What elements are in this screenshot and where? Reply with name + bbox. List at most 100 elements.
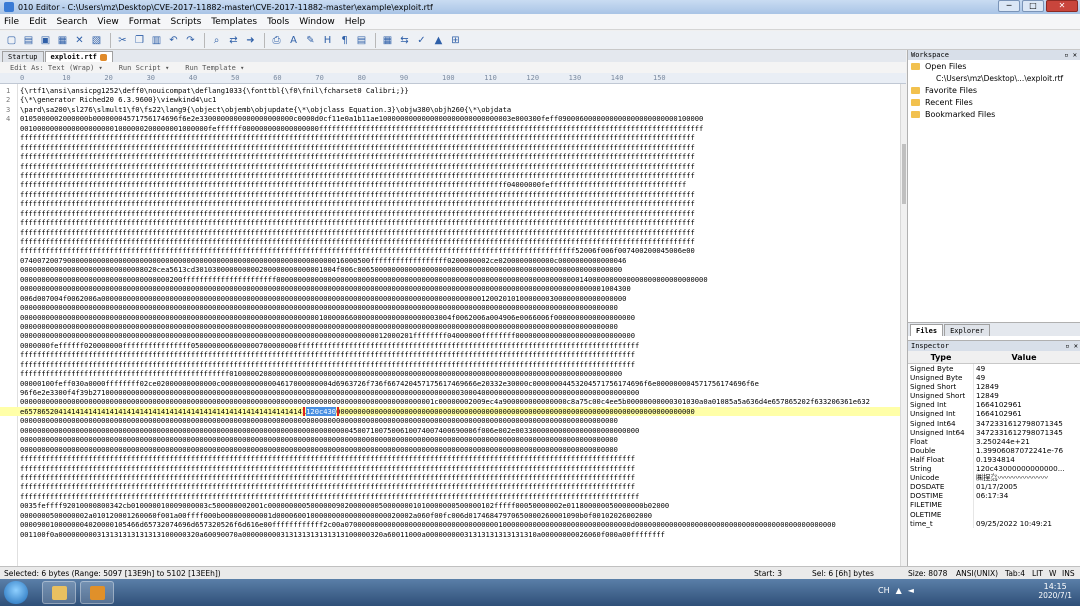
start-button[interactable] [4, 581, 28, 604]
font-icon[interactable]: A [286, 33, 301, 48]
type-column-header[interactable]: Type [908, 353, 974, 362]
menu-file[interactable]: File [4, 17, 19, 27]
columns-icon[interactable]: ▤ [354, 33, 369, 48]
editor-line[interactable]: ffffffffffffffffffffffffffffffffffffffff… [0, 454, 900, 463]
inspector-row[interactable]: Double 1.39906087072241e-76 [908, 445, 1080, 455]
run-template-dropdown[interactable]: Run Template ▾ [185, 64, 244, 72]
wrap-icon[interactable]: ¶ [337, 33, 352, 48]
taskbar-explorer[interactable] [42, 581, 76, 604]
editor-line[interactable]: 2 {\*\generator Riched20 6.3.9600}\viewki… [0, 95, 900, 104]
inspector-value[interactable] [974, 500, 1074, 509]
volume-icon[interactable]: ◄ [908, 586, 914, 595]
editor-line[interactable]: 0000000000000000000000000000000000000000… [0, 445, 900, 454]
inspector-row[interactable]: time_t 09/25/2022 10:49:21 [908, 518, 1080, 528]
checksum-icon[interactable]: ✓ [414, 33, 429, 48]
editor-line[interactable]: ffffffffffffffffffffffffffffffffffffffff… [0, 369, 900, 378]
editor-line[interactable]: 0010000000000000000000100000020000000100… [0, 124, 900, 133]
inspector-row[interactable]: DOSDATE 01/17/2005 [908, 482, 1080, 492]
editor-line[interactable]: 96f6e2e3300f4f39b27100000000000000000000… [0, 388, 900, 397]
editor-line[interactable]: 4 0105000002000000b00000004571756174696f6… [0, 114, 900, 123]
hex-icon[interactable]: H [320, 33, 335, 48]
editor-line[interactable]: 00000000000000000000000000008020cea5613c… [0, 265, 900, 274]
undo-icon[interactable]: ↶ [166, 33, 181, 48]
editor-line[interactable]: ffffffffffffffffffffffffffffffffffffffff… [0, 180, 900, 189]
inspector-row[interactable]: Signed Byte 49 [908, 364, 1080, 374]
menu-tools[interactable]: Tools [267, 17, 289, 27]
inspector-row[interactable]: Unsigned Short 12849 [908, 391, 1080, 401]
editor-line-current[interactable]: e657865204141414141414141414141414141414… [0, 406, 900, 417]
inspector-value[interactable]: 49 [974, 373, 1074, 382]
menu-help[interactable]: Help [345, 17, 366, 27]
edit-as-icon[interactable]: ✎ [303, 33, 318, 48]
editor-line[interactable]: 006d007004f0062006a000000000000000000000… [0, 294, 900, 303]
inspector-row[interactable]: FILETIME [908, 500, 1080, 510]
editor-line[interactable]: ffffffffffffffffffffffffffffffffffffffff… [0, 209, 900, 218]
copy-icon[interactable]: ❐ [132, 33, 147, 48]
clock[interactable]: 14:15 2020/7/1 [1038, 582, 1072, 600]
inspector-value[interactable]: 1.39906087072241e-76 [974, 446, 1074, 455]
editor-scrollbar[interactable] [900, 84, 906, 566]
editor-line[interactable]: 1 {\rtf1\ansi\ansicpg1252\deff0\nouicompa… [0, 86, 900, 95]
editor-line[interactable]: 00000100feff030a0000ffffffff02ce02000000… [0, 379, 900, 388]
inspector-value[interactable]: 1664102961 [974, 400, 1074, 409]
editor-line[interactable]: ffffffffffffffffffffffffffffffffffffffff… [0, 218, 900, 227]
workspace-folder-item[interactable]: Recent Files [908, 96, 1080, 108]
inspector-value[interactable]: 3472331612798071345 [974, 419, 1074, 428]
inspector-value[interactable]: 01/17/2005 [974, 482, 1074, 491]
tab-exploit-rtf[interactable]: exploit.rtf [44, 51, 113, 62]
inspector-row[interactable]: Half Float 0.1934814 [908, 454, 1080, 465]
selected-text[interactable]: 120c430 [303, 406, 340, 417]
run-script-dropdown[interactable]: Run Script ▾ [119, 64, 170, 72]
language-indicator[interactable]: CH [878, 586, 890, 595]
replace-icon[interactable]: ⇄ [226, 33, 241, 48]
editor-line[interactable]: 0000000000000000000000000000000000000000… [0, 284, 900, 293]
workspace-folder-item[interactable]: Bookmarked Files [908, 108, 1080, 120]
editor-line[interactable]: 0000000000000000000000000000000000000000… [0, 331, 900, 340]
inspector-row[interactable]: OLETIME [908, 509, 1080, 519]
inspector-value[interactable]: 09/25/2022 10:49:21 [974, 519, 1074, 528]
inspector-value[interactable]: 1664102961 [974, 409, 1074, 418]
editor-line[interactable]: 0000000000000000000000000000000000000000… [0, 303, 900, 312]
inspector-row[interactable]: Unsigned Int 1664102961 [908, 409, 1080, 419]
editor-line[interactable]: ffffffffffffffffffffffffffffffffffffffff… [0, 162, 900, 171]
editor-line[interactable]: ffffffffffffffffffffffffffffffffffffffff… [0, 190, 900, 199]
editor-line[interactable]: 0000000000000000000000000000000000000000… [0, 397, 900, 406]
editor-line[interactable]: 00000000000000000000000000000000000200ff… [0, 275, 900, 284]
new-icon[interactable]: ▢ [4, 33, 19, 48]
base-converter-icon[interactable]: ⊞ [448, 33, 463, 48]
value-column-header[interactable]: Value [974, 353, 1074, 362]
editor-line[interactable]: 0740072007900000000000000000000000000000… [0, 256, 900, 265]
maximize-button[interactable]: □ [1022, 0, 1044, 12]
tab-explorer[interactable]: Explorer [944, 324, 990, 336]
editor-line[interactable]: ffffffffffffffffffffffffffffffffffffffff… [0, 133, 900, 142]
editor-line[interactable]: 0000000500000002a010120001260060f001a00f… [0, 511, 900, 520]
editor-line[interactable]: 0000000000000000000000000000000000000000… [0, 435, 900, 444]
menu-templates[interactable]: Templates [211, 17, 257, 27]
inspector-row[interactable]: DOSTIME 06:17:34 [908, 491, 1080, 501]
save-icon[interactable]: ▣ [38, 33, 53, 48]
inspector-row[interactable]: Signed Int 1664102961 [908, 400, 1080, 410]
inspector-row[interactable]: Float 3.250244e+21 [908, 436, 1080, 446]
editor-line[interactable]: 0000000000000000000000000000000000000000… [0, 322, 900, 331]
editor-line[interactable]: ffffffffffffffffffffffffffffffffffffffff… [0, 237, 900, 246]
editor-line[interactable]: 0035feffff92010000800342cb01000001000900… [0, 501, 900, 510]
editor-line[interactable]: ffffffffffffffffffffffffffffffffffffffff… [0, 246, 900, 255]
menu-scripts[interactable]: Scripts [171, 17, 202, 27]
inspector-row[interactable]: Signed Int64 3472331612798071345 [908, 418, 1080, 428]
inspector-row[interactable]: Signed Short 12849 [908, 382, 1080, 392]
scrollbar-thumb[interactable] [902, 144, 906, 204]
menu-window[interactable]: Window [299, 17, 335, 27]
cut-icon[interactable]: ✂ [115, 33, 130, 48]
inspector-value[interactable]: 49 [974, 364, 1074, 373]
editor-line[interactable]: 0000000feffffff020000000ffffffffffffffff… [0, 341, 900, 350]
inspector-value[interactable]: 0.1934814 [974, 455, 1074, 464]
tab-files[interactable]: Files [910, 324, 944, 336]
compare-icon[interactable]: ⇆ [397, 33, 412, 48]
editor-line[interactable]: ffffffffffffffffffffffffffffffffffffffff… [0, 360, 900, 369]
redo-icon[interactable]: ↷ [183, 33, 198, 48]
print-icon[interactable]: ⎙ [269, 33, 284, 48]
taskbar-010-editor[interactable] [80, 581, 114, 604]
histogram-icon[interactable]: ▲ [431, 33, 446, 48]
editor-line[interactable]: 0000000000000000000000000000000000000000… [0, 313, 900, 322]
goto-icon[interactable]: ➜ [243, 33, 258, 48]
